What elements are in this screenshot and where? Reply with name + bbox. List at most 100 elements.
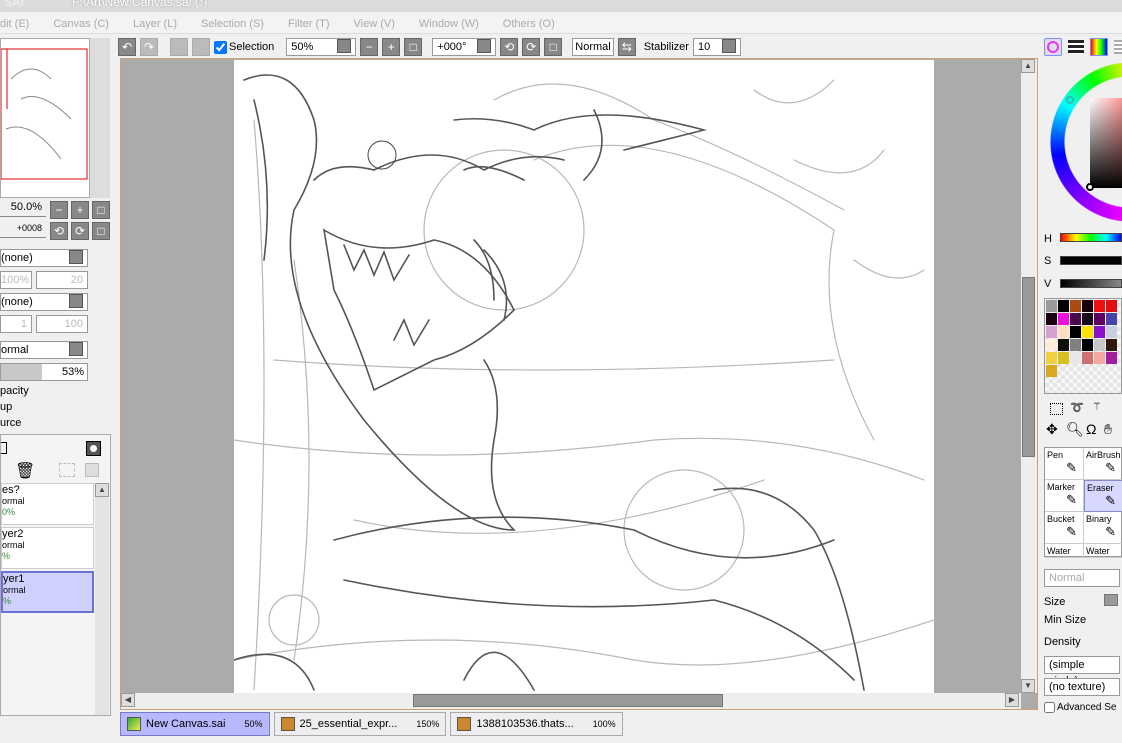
color-swatch[interactable] — [1070, 300, 1081, 312]
tool-eraser[interactable]: Eraser ✎ — [1084, 480, 1122, 512]
hsv-slider-tab[interactable] — [1090, 38, 1108, 56]
navigator-scrollbar[interactable] — [90, 38, 110, 198]
layer-item[interactable]: yer1 ormal% — [1, 571, 94, 613]
color-swatch[interactable] — [1106, 352, 1117, 364]
color-swatch[interactable] — [1082, 300, 1093, 312]
move-icon[interactable]: ✥ — [1046, 421, 1058, 438]
rotate-left-button[interactable]: ⟲ — [500, 38, 519, 56]
trash-icon[interactable]: 🗑 — [15, 461, 35, 481]
color-swatch[interactable] — [1106, 326, 1117, 338]
vertical-scroll-thumb[interactable] — [1022, 277, 1035, 457]
nav-zoom-in[interactable]: + — [71, 201, 89, 219]
tool-binary[interactable]: Binary ✎ — [1084, 512, 1122, 544]
nav-rotate-left[interactable]: ⟲ — [50, 222, 68, 240]
nav-rotate-right[interactable]: ⟳ — [71, 222, 89, 240]
effect-width[interactable]: 1 — [0, 315, 32, 333]
menu-others[interactable]: Others (O) — [503, 18, 555, 30]
clipping-group-option[interactable]: up — [0, 401, 12, 413]
color-swatch[interactable] — [1058, 352, 1069, 364]
flip-icon[interactable]: ⇆ — [617, 38, 636, 56]
stabilizer-select[interactable]: 10 — [692, 38, 741, 56]
color-swatch[interactable] — [1106, 313, 1117, 325]
scroll-right-button[interactable]: ▶ — [1005, 693, 1019, 707]
tool-bucket[interactable]: Bucket ✎ — [1045, 512, 1084, 544]
effect-strength[interactable]: 100 — [36, 315, 88, 333]
menu-view[interactable]: View (V) — [354, 18, 395, 30]
menu-window[interactable]: Window (W) — [419, 18, 479, 30]
zoom-in-button[interactable]: + — [382, 38, 401, 56]
advanced-check[interactable] — [1044, 702, 1055, 713]
color-swatch[interactable] — [1106, 339, 1117, 351]
color-swatch[interactable] — [1070, 339, 1081, 351]
color-swatch[interactable] — [1070, 313, 1081, 325]
horizontal-scroll-thumb[interactable] — [413, 694, 723, 707]
nav-zoom-reset[interactable]: □ — [92, 201, 110, 219]
selection-checkbox[interactable]: Selection — [214, 40, 274, 54]
tool-airbrush[interactable]: AirBrush ✎ — [1084, 448, 1122, 480]
saturation-slider[interactable] — [1060, 256, 1122, 265]
swatch-tab[interactable] — [1114, 40, 1122, 54]
color-swatch[interactable] — [1046, 365, 1057, 377]
selection-check[interactable] — [214, 40, 227, 54]
zoom-out-button[interactable]: − — [360, 38, 379, 56]
nav-zoom-out[interactable]: − — [50, 201, 68, 219]
color-swatch[interactable] — [1070, 352, 1081, 364]
color-swatch[interactable] — [1094, 300, 1105, 312]
blend-mode-select[interactable]: ormal — [0, 341, 88, 359]
color-swatch[interactable] — [1070, 326, 1081, 338]
texture-select[interactable]: (none) — [0, 249, 88, 267]
menu-filter[interactable]: Filter (T) — [288, 18, 330, 30]
tool-pen[interactable]: Pen ✎ — [1045, 448, 1084, 480]
color-swatch[interactable] — [1106, 300, 1117, 312]
lasso-icon[interactable]: ➰ — [1070, 401, 1084, 414]
size-slider[interactable] — [1104, 594, 1118, 606]
document-tab[interactable]: 25_essential_expr... 150% — [273, 712, 447, 736]
opacity-slider[interactable]: 53% — [0, 363, 88, 381]
document-tab[interactable]: 1388103536.thats... 100% — [450, 712, 623, 736]
scroll-up-button[interactable]: ▲ — [1021, 59, 1035, 73]
nav-angle-value[interactable]: +0008 — [0, 220, 46, 238]
deselect-icon[interactable] — [170, 38, 188, 56]
sv-marker[interactable] — [1086, 183, 1094, 191]
rotate-right-button[interactable]: ⟳ — [522, 38, 541, 56]
merge-down-icon[interactable] — [59, 463, 75, 477]
rect-select-icon[interactable] — [1050, 403, 1063, 415]
nav-rotate-reset[interactable]: □ — [92, 222, 110, 240]
color-swatch[interactable] — [1046, 326, 1057, 338]
color-swatch[interactable] — [1082, 352, 1093, 364]
tool-water[interactable]: Water — [1084, 544, 1122, 558]
value-slider[interactable] — [1060, 279, 1122, 288]
color-wheel-tab[interactable] — [1044, 38, 1062, 56]
scroll-down-button[interactable]: ▼ — [1021, 679, 1035, 693]
menu-edit[interactable]: dit (E) — [0, 18, 29, 30]
texture-strength[interactable]: 20 — [36, 271, 88, 289]
color-swatch[interactable] — [1046, 313, 1057, 325]
zoom-icon[interactable]: 🔍︎ — [1066, 421, 1084, 438]
new-mask-icon[interactable] — [86, 441, 101, 456]
scroll-up-button[interactable]: ▲ — [95, 483, 109, 497]
menu-canvas[interactable]: Canvas (C) — [53, 18, 109, 30]
menu-selection[interactable]: Selection (S) — [201, 18, 264, 30]
layer-item[interactable]: es? ormal 0% — [1, 483, 94, 525]
copy-layer-icon[interactable] — [85, 463, 99, 477]
blend-mode-button[interactable]: Normal — [572, 38, 614, 56]
brush-shape-select[interactable]: (simple circle) — [1044, 656, 1120, 687]
zoom-select[interactable]: 50% — [286, 38, 357, 56]
advanced-settings-checkbox[interactable]: Advanced Se — [1044, 702, 1122, 713]
document-tab[interactable]: New Canvas.sai 50% — [120, 712, 270, 736]
tool-marker[interactable]: Marker ✎ — [1045, 480, 1084, 512]
brush-mode-select[interactable]: Normal — [1044, 569, 1120, 587]
color-swatch[interactable] — [1094, 352, 1105, 364]
texture-scale[interactable]: 100% — [0, 271, 32, 289]
redo-icon[interactable]: ↷ — [140, 38, 158, 56]
color-swatch[interactable] — [1094, 326, 1105, 338]
tool-water[interactable]: Water — [1045, 544, 1084, 558]
color-swatch[interactable] — [1058, 326, 1069, 338]
invert-selection-icon[interactable] — [192, 38, 210, 56]
drawing-canvas[interactable] — [233, 60, 935, 693]
rgb-slider-tab[interactable] — [1068, 40, 1084, 54]
hue-slider[interactable] — [1060, 233, 1122, 242]
color-wheel[interactable] — [1050, 62, 1122, 222]
new-layer-icon[interactable] — [1, 442, 7, 454]
color-swatch[interactable] — [1046, 352, 1057, 364]
